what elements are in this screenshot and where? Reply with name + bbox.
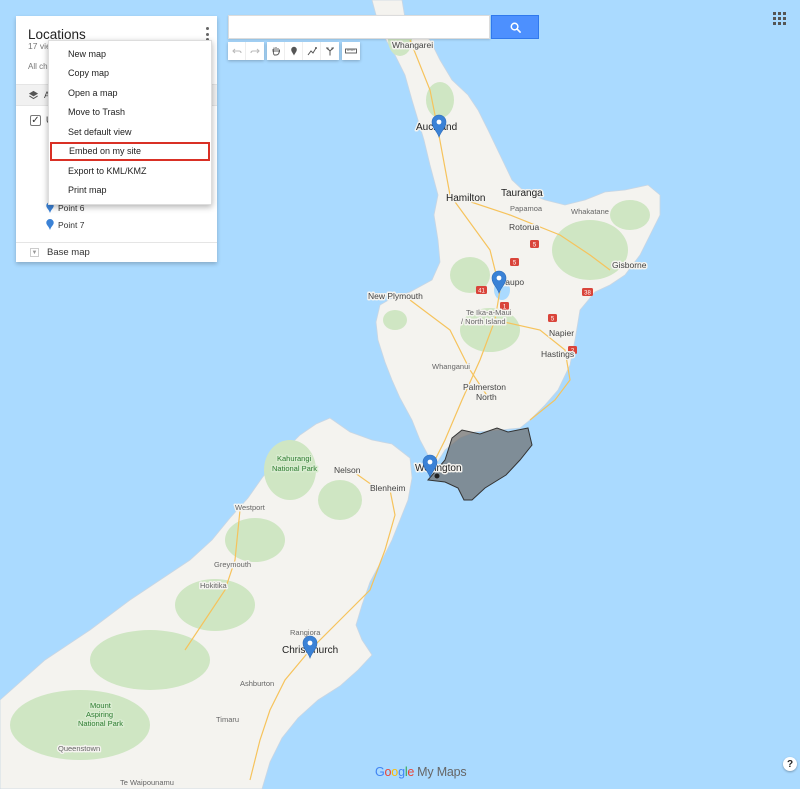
label-tauranga: Tauranga bbox=[501, 188, 543, 199]
label-te-waipounamu: Te Waipounamu bbox=[120, 778, 174, 787]
ruler-icon bbox=[345, 48, 357, 54]
help-icon[interactable]: ? bbox=[783, 757, 797, 771]
add-marker-button[interactable] bbox=[285, 42, 303, 60]
label-gisborne: Gisborne bbox=[612, 260, 647, 270]
search-button[interactable] bbox=[491, 15, 539, 39]
menu-item-copy-map[interactable]: Copy map bbox=[49, 64, 211, 84]
label-napier: Napier bbox=[549, 328, 574, 338]
menu-item-export-kml[interactable]: Export to KML/KMZ bbox=[49, 161, 211, 181]
label-greymouth: Greymouth bbox=[214, 560, 251, 569]
divider bbox=[16, 242, 217, 243]
menu-item-embed[interactable]: Embed on my site bbox=[50, 141, 210, 161]
marker-icon bbox=[46, 219, 54, 230]
label-blenheim: Blenheim bbox=[370, 483, 405, 493]
list-item-point-7[interactable]: Point 7 bbox=[46, 219, 84, 230]
label-wellington: Wellington bbox=[415, 463, 462, 474]
redo-button[interactable] bbox=[246, 42, 264, 60]
all-changes-saved: All ch bbox=[28, 62, 48, 71]
select-items-button[interactable] bbox=[267, 42, 285, 60]
layers-icon bbox=[28, 90, 39, 100]
apps-icon[interactable] bbox=[773, 12, 786, 25]
chevron-down-icon: ▼ bbox=[30, 248, 39, 257]
menu-item-set-default-view[interactable]: Set default view bbox=[49, 122, 211, 142]
wellington-dot bbox=[434, 473, 440, 479]
label-te-ika-1: Te Ika-a-Maui bbox=[466, 308, 512, 317]
label-palmerston-1: Palmerston bbox=[463, 382, 506, 392]
base-map-toggle[interactable]: ▼ Base map bbox=[30, 247, 90, 258]
label-rangiora: Rangiora bbox=[290, 628, 321, 637]
label-nelson: Nelson bbox=[334, 465, 361, 475]
label-hastings: Hastings bbox=[541, 349, 574, 359]
label-whakatane: Whakatane bbox=[571, 207, 609, 216]
map-options-menu: New map Copy map Open a map Move to Tras… bbox=[48, 40, 212, 205]
undo-icon bbox=[231, 48, 242, 54]
menu-item-print-map[interactable]: Print map bbox=[49, 181, 211, 201]
label-kahurangi-2: National Park bbox=[272, 464, 317, 473]
marker-icon bbox=[290, 46, 297, 56]
label-rotorua: Rotorua bbox=[509, 222, 540, 232]
label-ashburton: Ashburton bbox=[240, 679, 274, 688]
label-kahurangi-1: Kahurangi bbox=[277, 454, 312, 463]
base-map-label: Base map bbox=[47, 247, 90, 258]
add-directions-button[interactable] bbox=[321, 42, 339, 60]
measure-button[interactable] bbox=[342, 42, 360, 60]
line-icon bbox=[307, 47, 317, 56]
hand-icon bbox=[272, 47, 280, 56]
map-toolbar bbox=[228, 42, 360, 60]
label-hokitika: Hokitika bbox=[200, 581, 228, 590]
layer-visibility-checkbox[interactable]: ✓ bbox=[30, 115, 41, 126]
label-mt-aspiring-1: Mount bbox=[90, 701, 112, 710]
point-label: Point 7 bbox=[58, 219, 85, 230]
label-westport: Westport bbox=[235, 503, 266, 512]
undo-button[interactable] bbox=[228, 42, 246, 60]
label-te-ika-2: / North Island bbox=[461, 317, 506, 326]
svg-text:38: 38 bbox=[584, 291, 591, 297]
label-mt-aspiring-2: Aspiring bbox=[86, 710, 113, 719]
more-vert-icon[interactable] bbox=[202, 27, 212, 41]
label-timaru: Timaru bbox=[216, 715, 239, 724]
menu-item-move-to-trash[interactable]: Move to Trash bbox=[49, 103, 211, 123]
label-whangarei: Whangarei bbox=[392, 40, 433, 50]
label-queenstown: Queenstown bbox=[58, 744, 100, 753]
redo-icon bbox=[250, 48, 260, 54]
undo-redo-group bbox=[228, 42, 264, 60]
label-palmerston-2: North bbox=[476, 392, 497, 402]
label-new-plymouth: New Plymouth bbox=[368, 291, 423, 301]
google-my-maps-logo: Google My Maps bbox=[375, 765, 467, 779]
draw-line-button[interactable] bbox=[303, 42, 321, 60]
label-whanganui: Whanganui bbox=[432, 362, 470, 371]
label-mt-aspiring-3: National Park bbox=[78, 719, 123, 728]
label-hamilton: Hamilton bbox=[446, 193, 485, 204]
draw-tools-group bbox=[267, 42, 339, 60]
label-papamoa: Papamoa bbox=[510, 204, 543, 213]
measure-group bbox=[342, 42, 360, 60]
search-input[interactable] bbox=[229, 16, 489, 38]
menu-item-open-map[interactable]: Open a map bbox=[49, 83, 211, 103]
route-icon bbox=[326, 47, 334, 56]
search-box[interactable] bbox=[228, 15, 490, 39]
search-icon bbox=[510, 22, 521, 33]
menu-item-new-map[interactable]: New map bbox=[49, 44, 211, 64]
svg-text:41: 41 bbox=[478, 289, 485, 295]
